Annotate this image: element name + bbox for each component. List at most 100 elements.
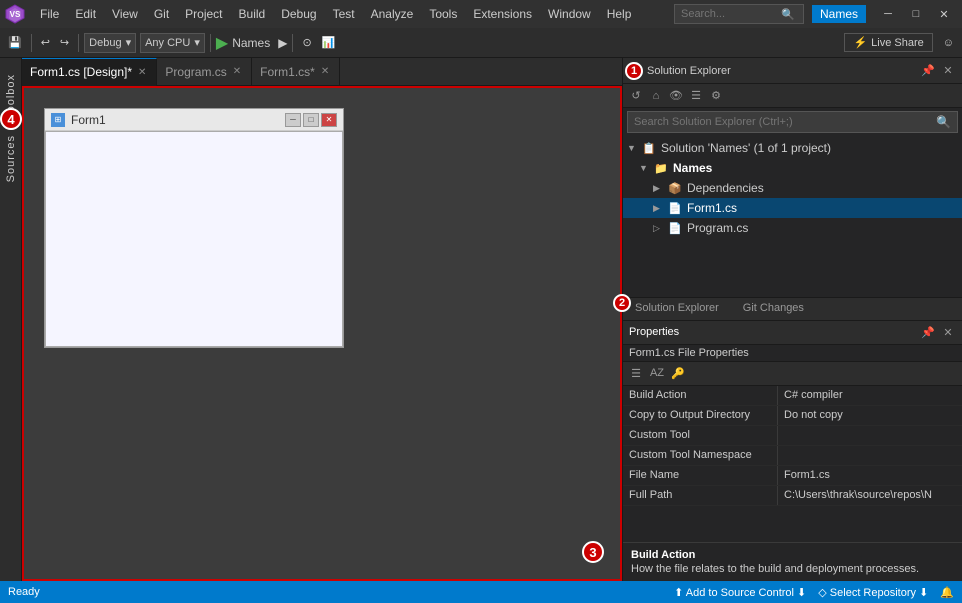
tree-arrow-solution: ▼ <box>627 143 641 153</box>
properties-file-header: Form1.cs File Properties <box>623 345 962 362</box>
tab-program[interactable]: Program.cs ✕ <box>157 58 252 86</box>
prop-full-path: Full Path C:\Users\thrak\source\repos\N <box>623 486 962 506</box>
solution-search-input[interactable] <box>634 116 932 128</box>
tab-close-form1-cs[interactable]: ✕ <box>319 65 331 78</box>
form-designer-window[interactable]: ⊞ Form1 ─ □ ✕ <box>44 108 344 348</box>
tree-arrow-names: ▼ <box>639 163 653 173</box>
tree-label-deps: Dependencies <box>687 181 764 195</box>
toolbar-separator-3 <box>210 34 211 52</box>
prop-custom-tool: Custom Tool <box>623 426 962 446</box>
tree-item-programcs[interactable]: ▷ 📄 Program.cs <box>623 218 962 238</box>
diagnostics-button[interactable]: 📊 <box>318 34 340 51</box>
properties-panel-header: Properties 📌 ✕ <box>623 321 962 345</box>
props-close-icon[interactable]: ✕ <box>940 324 956 340</box>
properties-panel-icons: 📌 ✕ <box>920 324 956 340</box>
form-icon: ⊞ <box>51 113 65 127</box>
menu-file[interactable]: File <box>32 0 67 28</box>
liveshare-button[interactable]: ⚡ Live Share <box>844 33 932 52</box>
tab-solution-explorer-bottom[interactable]: Solution Explorer <box>623 298 731 320</box>
notifications-icon[interactable]: 🔔 <box>940 586 954 599</box>
minimize-button[interactable]: ─ <box>874 4 902 24</box>
badge-3: 3 <box>582 541 604 563</box>
status-bar: Ready ⬆ Add to Source Control ⬇ ◇ Select… <box>0 581 962 603</box>
badge-1: 1 <box>625 62 643 80</box>
properties-title: Properties <box>629 326 679 338</box>
solution-explorer-title: Solution Explorer <box>647 65 731 77</box>
tree-arrow-form1cs: ▶ <box>653 203 667 214</box>
solution-search-box[interactable]: 🔍 <box>627 111 958 133</box>
prop-full-path-label: Full Path <box>623 486 778 505</box>
solution-search-icon: 🔍 <box>936 115 951 129</box>
undo-button[interactable]: ↩ <box>37 34 54 51</box>
search-input[interactable] <box>681 8 781 20</box>
select-repo-button[interactable]: ◇ Select Repository ⬇ <box>818 586 928 599</box>
liveshare-icon: ⚡ <box>853 36 867 49</box>
menu-edit[interactable]: Edit <box>67 0 104 28</box>
prop-file-name: File Name Form1.cs <box>623 466 962 486</box>
form-titlebar: ⊞ Form1 ─ □ ✕ <box>45 109 343 131</box>
platform-dropdown[interactable]: Any CPU ▾ <box>140 33 205 53</box>
toolbox-sidebar: 4 Toolbox Sources <box>0 58 22 581</box>
tree-item-solution[interactable]: ▼ 📋 Solution 'Names' (1 of 1 project) <box>623 138 962 158</box>
tree-label-names: Names <box>673 161 712 175</box>
form-close-btn[interactable]: ✕ <box>321 113 337 127</box>
tree-label-programcs: Program.cs <box>687 221 748 235</box>
menu-help[interactable]: Help <box>599 0 640 28</box>
main-toolbar: 💾 ↩ ↪ Debug ▾ Any CPU ▾ ▶ Names ▶ ⊙ 📊 ⚡ … <box>0 28 962 58</box>
props-key-icon[interactable]: 🔑 <box>669 364 687 382</box>
tree-arrow-programcs: ▷ <box>653 223 667 234</box>
props-btn[interactable]: ⚙ <box>707 87 725 105</box>
tab-form1-design[interactable]: Form1.cs [Design]* ✕ <box>22 58 157 86</box>
tab-close-program[interactable]: ✕ <box>231 65 243 78</box>
tree-label-form1cs: Form1.cs <box>687 201 737 215</box>
menu-test[interactable]: Test <box>325 0 363 28</box>
prop-custom-tool-ns-name: Custom Tool Namespace <box>623 446 778 465</box>
breakpoints-button[interactable]: ⊙ <box>298 34 315 51</box>
menu-tools[interactable]: Tools <box>421 0 465 28</box>
feedback-button[interactable]: ☺ <box>939 35 958 51</box>
home-btn[interactable]: ⌂ <box>647 87 665 105</box>
close-panel-icon[interactable]: ✕ <box>940 63 956 79</box>
menu-analyze[interactable]: Analyze <box>363 0 422 28</box>
tab-form1-cs[interactable]: Form1.cs* ✕ <box>252 58 340 86</box>
pin-icon[interactable]: 📌 <box>920 63 936 79</box>
run-button[interactable]: ▶ Names ▶ <box>216 33 288 53</box>
config-dropdown[interactable]: Debug ▾ <box>84 33 136 53</box>
menu-debug[interactable]: Debug <box>273 0 324 28</box>
prop-build-action-name: Build Action <box>623 386 778 405</box>
menu-window[interactable]: Window <box>540 0 599 28</box>
tree-item-form1cs[interactable]: ▶ 📄 Form1.cs <box>623 198 962 218</box>
sync-btn[interactable]: ↺ <box>627 87 645 105</box>
show-all-btn[interactable]: 👁 <box>667 87 685 105</box>
badge-2: 2 <box>613 294 631 312</box>
status-right: ⬆ Add to Source Control ⬇ ◇ Select Repos… <box>674 586 954 599</box>
menu-view[interactable]: View <box>104 0 146 28</box>
tree-item-names[interactable]: ▼ 📁 Names <box>623 158 962 178</box>
menu-git[interactable]: Git <box>146 0 177 28</box>
global-search-box[interactable]: 🔍 <box>674 4 804 24</box>
tree-item-dependencies[interactable]: ▶ 📦 Dependencies <box>623 178 962 198</box>
menu-build[interactable]: Build <box>231 0 274 28</box>
menu-project[interactable]: Project <box>177 0 230 28</box>
tab-close-form1-design[interactable]: ✕ <box>136 66 148 79</box>
design-canvas: 3 ⊞ Form1 ─ □ ✕ <box>22 86 622 581</box>
close-button[interactable]: ✕ <box>930 4 958 24</box>
deps-icon: 📦 <box>667 180 683 196</box>
props-categorized-btn[interactable]: ☰ <box>627 364 645 382</box>
tab-git-changes[interactable]: Git Changes <box>731 298 816 320</box>
window-controls: ─ □ ✕ <box>874 4 958 24</box>
form-minimize-btn[interactable]: ─ <box>285 113 301 127</box>
properties-table: Build Action C# compiler Copy to Output … <box>623 386 962 543</box>
prop-custom-tool-ns: Custom Tool Namespace <box>623 446 962 466</box>
save-all-button[interactable]: 💾 <box>4 34 26 51</box>
restore-button[interactable]: □ <box>902 4 930 24</box>
filter-btn[interactable]: ☰ <box>687 87 705 105</box>
props-pin-icon[interactable]: 📌 <box>920 324 936 340</box>
source-control-button[interactable]: ⬆ Add to Source Control ⬇ <box>674 586 806 599</box>
form-restore-btn[interactable]: □ <box>303 113 319 127</box>
menu-bar: VS File Edit View Git Project Build Debu… <box>0 0 962 28</box>
props-alphabetical-btn[interactable]: AZ <box>648 364 666 382</box>
menu-extensions[interactable]: Extensions <box>465 0 540 28</box>
form-body[interactable] <box>45 131 343 347</box>
redo-button[interactable]: ↪ <box>56 34 73 51</box>
